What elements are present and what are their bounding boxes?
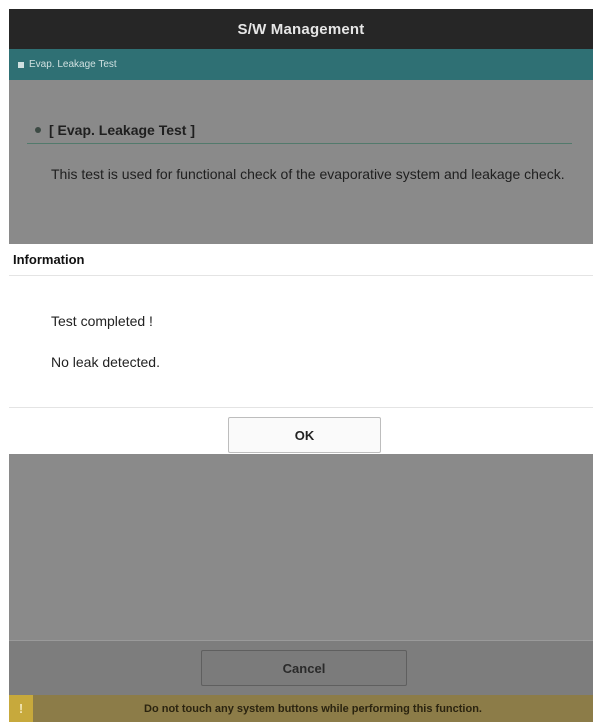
cancel-button[interactable]: Cancel bbox=[201, 650, 407, 686]
section-title: [ Evap. Leakage Test ] bbox=[49, 122, 196, 138]
bottom-action-bar: Cancel bbox=[9, 640, 593, 695]
section-header: [ Evap. Leakage Test ] bbox=[27, 117, 572, 144]
warning-text: Do not touch any system buttons while pe… bbox=[144, 702, 482, 715]
square-bullet-icon bbox=[18, 61, 24, 68]
dialog-message-status: Test completed ! bbox=[51, 313, 153, 329]
dialog-title: Information bbox=[13, 252, 85, 267]
breadcrumb-label: Evap. Leakage Test bbox=[29, 59, 117, 70]
window-title: S/W Management bbox=[237, 20, 365, 38]
section-description: This test is used for functional check o… bbox=[51, 166, 565, 182]
information-dialog: Information Test completed ! No leak det… bbox=[9, 244, 593, 454]
warning-icon: ! bbox=[9, 695, 33, 722]
app-window: S/W Management Evap. Leakage Test [ Evap… bbox=[9, 9, 593, 722]
dialog-message-result: No leak detected. bbox=[51, 354, 160, 370]
title-bar: S/W Management bbox=[9, 9, 593, 49]
bullet-icon bbox=[35, 127, 41, 133]
dialog-header: Information bbox=[9, 244, 593, 276]
breadcrumb: Evap. Leakage Test bbox=[9, 49, 593, 80]
ok-button[interactable]: OK bbox=[228, 417, 381, 453]
dialog-footer: OK bbox=[9, 407, 593, 455]
warning-bar: ! Do not touch any system buttons while … bbox=[9, 695, 593, 722]
